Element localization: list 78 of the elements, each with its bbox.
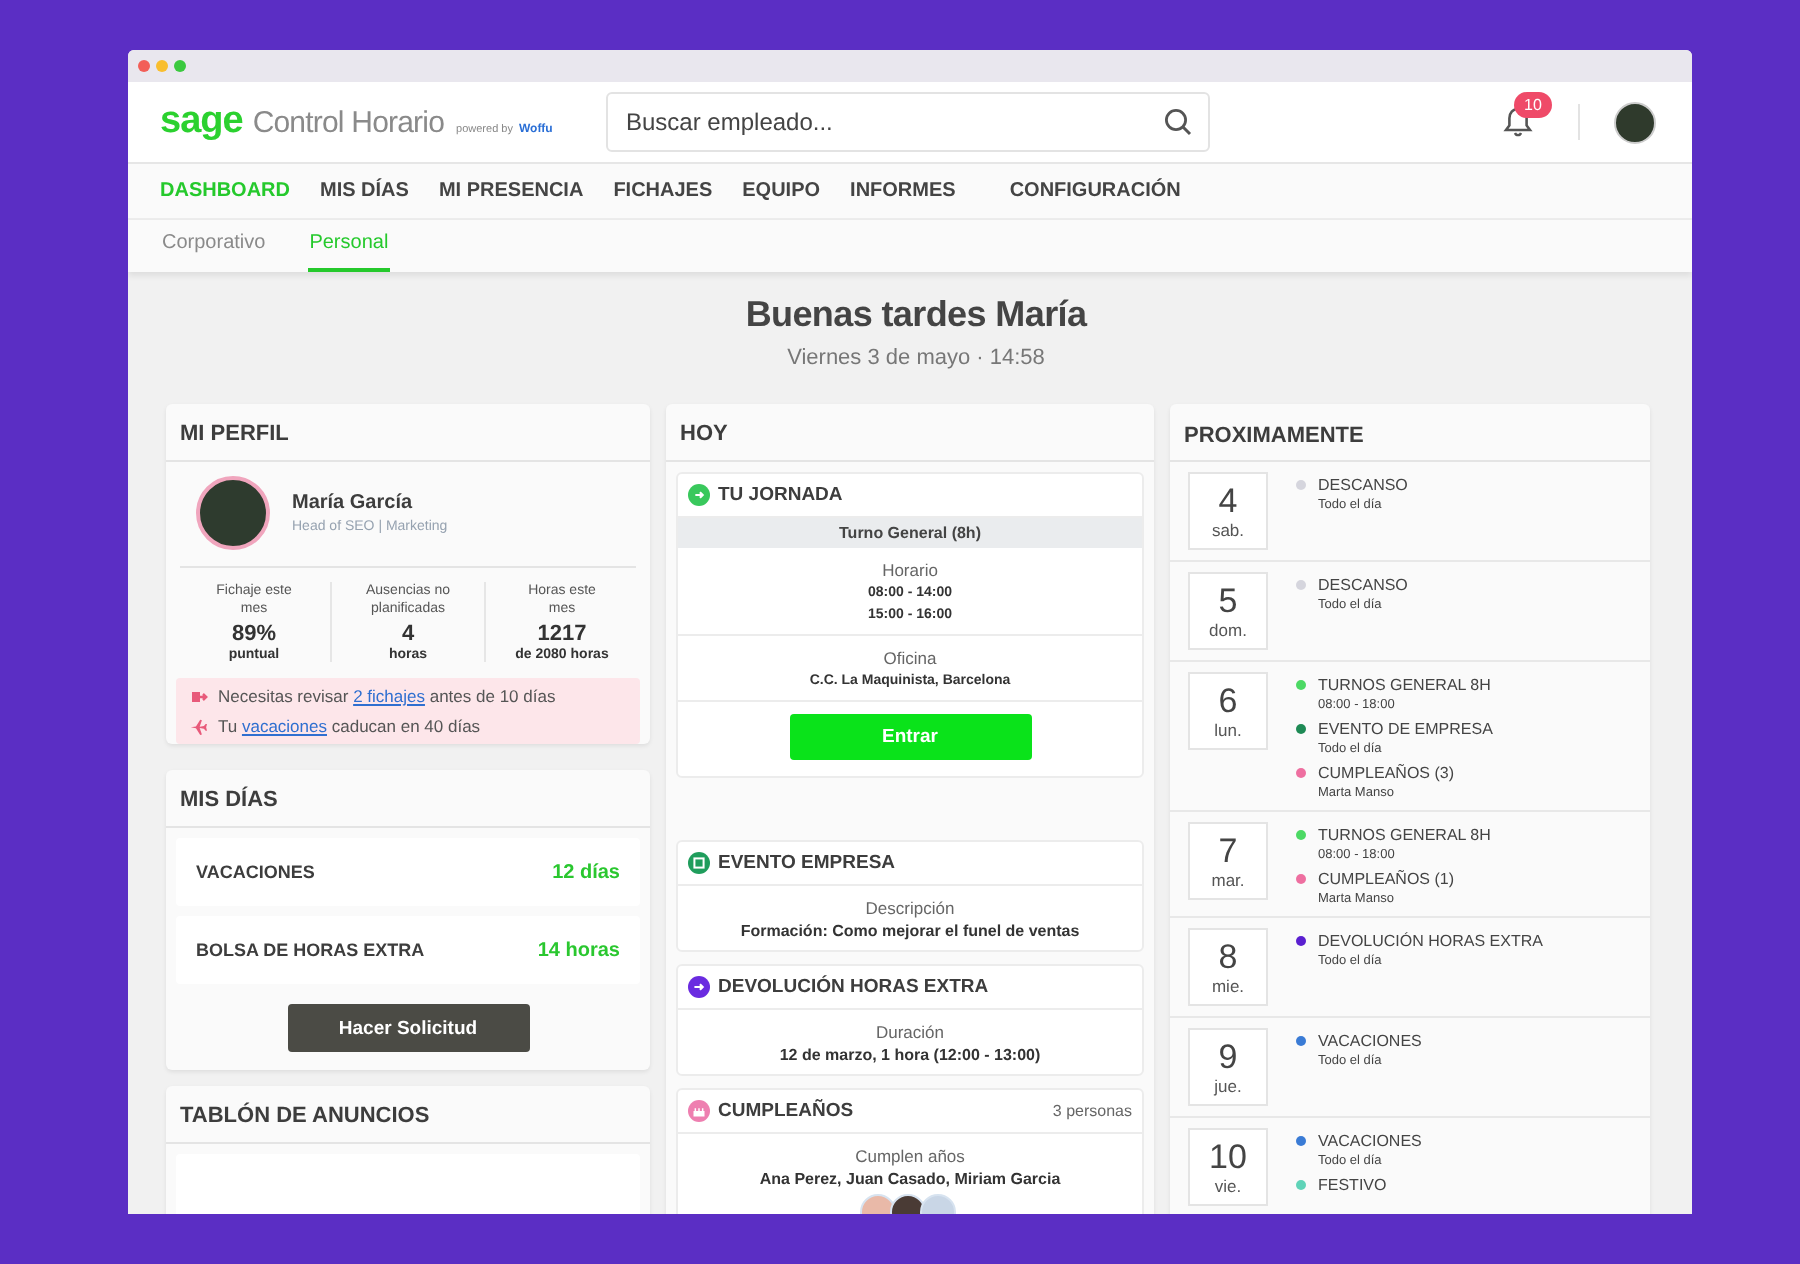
event-name: TURNOS GENERAL 8H: [1318, 826, 1491, 844]
stat-value: 1217: [537, 622, 587, 646]
detail-value: Formación: Como mejorar el funel de ventas: [738, 922, 1082, 940]
greeting-date: Viernes 3 de mayo · 14:58: [785, 346, 1047, 370]
event-name: VACACIONES: [1318, 1132, 1422, 1150]
balance-label: VACACIONES: [196, 862, 315, 882]
avatar-photo: [196, 476, 270, 550]
card-title: HOY: [666, 404, 1154, 462]
section-title: DEVOLUCIÓN HORAS EXTRA: [718, 976, 991, 998]
nav-tab[interactable]: CONFIGURACIÓN: [1009, 180, 1181, 202]
day-number: 5: [1218, 583, 1238, 619]
weekday: sab.: [1211, 519, 1245, 539]
airplane-icon: [190, 717, 208, 735]
section-title: EVENTO EMPRESA: [718, 852, 898, 874]
event-name: FESTIVO: [1318, 1176, 1387, 1194]
alert-link[interactable]: 2 fichajes: [353, 686, 425, 706]
stat-value: 4: [401, 622, 415, 646]
event-name: CUMPLEAÑOS (3): [1318, 764, 1455, 782]
nav-tab[interactable]: FICHAJES: [613, 180, 713, 202]
card-title: TABLÓN DE ANUNCIOS: [166, 1086, 650, 1144]
minimize-button[interactable]: [156, 60, 168, 72]
balance-label: BOLSA DE HORAS EXTRA: [196, 940, 425, 960]
weekday: jue.: [1214, 1075, 1242, 1095]
event-name: DEVOLUCIÓN HORAS EXTRA: [1318, 932, 1543, 950]
clock-in-icon: [688, 484, 710, 506]
alert-link[interactable]: vacaciones: [241, 716, 327, 736]
app-name: Control Horario: [252, 106, 445, 140]
day-number: 8: [1218, 939, 1238, 975]
search-field[interactable]: Buscar empleado...: [606, 92, 1210, 152]
alert-text: Tu vacaciones caducan en 40 días: [218, 716, 481, 736]
nav-tab[interactable]: MIS DÍAS: [320, 180, 409, 202]
nav-tab[interactable]: EQUIPO: [742, 180, 821, 202]
detail-label: Duración: [873, 1022, 947, 1042]
weekday: dom.: [1209, 619, 1247, 639]
user-name: María García: [292, 492, 415, 514]
login-icon: [190, 687, 208, 705]
event-name: DESCANSO: [1318, 476, 1408, 494]
event-name: DESCANSO: [1318, 576, 1408, 594]
card-title: MI PERFIL: [166, 404, 650, 462]
card-title: PROXIMAMENTE: [1170, 404, 1650, 462]
alert-text: Necesitas revisar 2 fichajes antes de 10 días: [218, 686, 556, 706]
weekday: lun.: [1214, 719, 1242, 739]
balance-value: 14 horas: [537, 939, 620, 961]
nav-tab[interactable]: INFORMES: [850, 180, 956, 202]
balance-value: 12 días: [552, 861, 620, 883]
weekday: mar.: [1211, 869, 1245, 889]
cake-icon: [688, 1100, 710, 1122]
detail-label: Horario: [880, 560, 940, 580]
detail-value: 12 de marzo, 1 hora (12:00 - 13:00): [777, 1046, 1043, 1064]
shift-name: Turno General (8h): [678, 518, 1142, 548]
detail-label: Oficina: [881, 648, 939, 668]
close-button[interactable]: [138, 60, 150, 72]
greeting-title: Buenas tardes María: [743, 294, 1090, 336]
event-name: TURNOS GENERAL 8H: [1318, 676, 1491, 694]
notification-badge: 10: [1514, 92, 1552, 118]
day-number: 7: [1218, 833, 1238, 869]
weekday: mie.: [1211, 975, 1245, 995]
section-title: CUMPLEAÑOS: [718, 1100, 856, 1122]
people-count: 3 personas: [1052, 1102, 1132, 1120]
card-title: MIS DÍAS: [166, 770, 650, 828]
section-title: TU JORNADA: [718, 484, 845, 506]
day-number: 9: [1218, 1039, 1238, 1075]
event-name: EVENTO DE EMPRESA: [1318, 720, 1493, 738]
event-name: CUMPLEAÑOS (1): [1318, 870, 1455, 888]
request-button[interactable]: Hacer Solicitud: [287, 1004, 529, 1052]
detail-label: Descripción: [863, 898, 957, 918]
detail-value: Ana Perez, Juan Casado, Miriam Garcia: [757, 1170, 1063, 1188]
day-number: 6: [1218, 683, 1238, 719]
day-number: 10: [1209, 1139, 1247, 1175]
weekday: vie.: [1214, 1175, 1242, 1195]
maximize-button[interactable]: [174, 60, 186, 72]
day-number: 4: [1218, 483, 1238, 519]
user-avatar[interactable]: [1614, 101, 1656, 143]
nav-tab[interactable]: MI PRESENCIA: [438, 180, 584, 202]
search-icon: [1164, 108, 1192, 136]
stat-value: 89%: [231, 622, 277, 646]
event-name: VACACIONES: [1318, 1032, 1422, 1050]
detail-label: Cumplen años: [853, 1146, 967, 1166]
